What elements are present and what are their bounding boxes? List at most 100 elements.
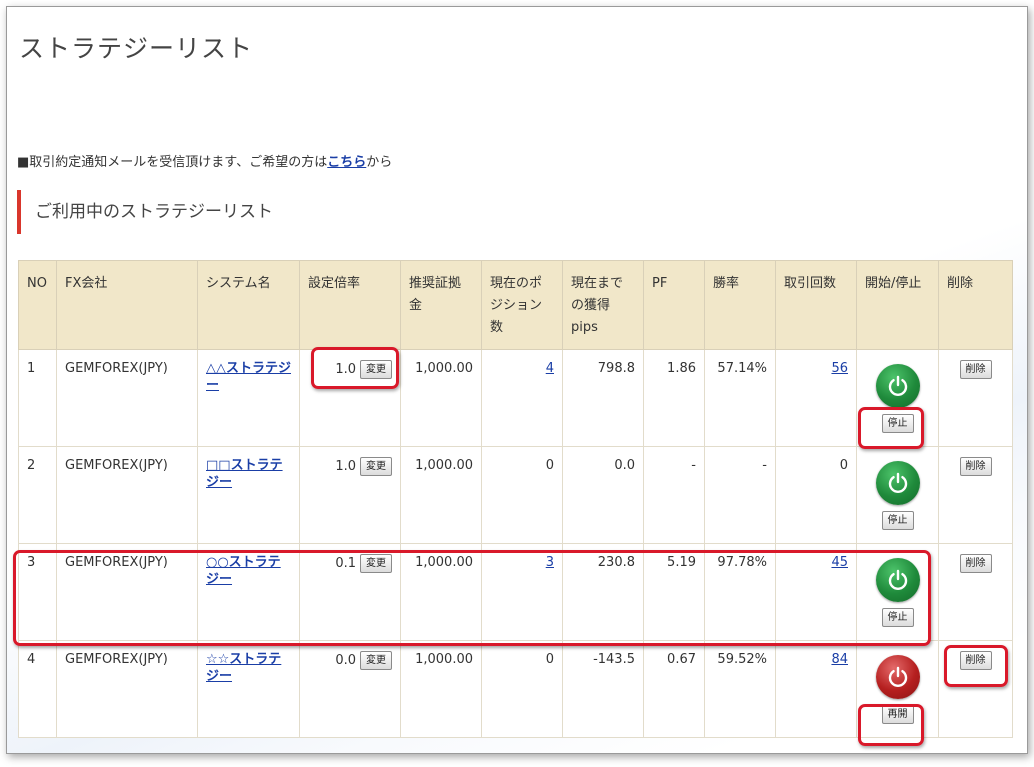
row-no: 4 <box>18 640 57 738</box>
row-win-rate: 97.78% <box>704 543 776 641</box>
row-no: 1 <box>18 349 57 447</box>
table-row: 3 GEMFOREX(JPY) ○○ストラテジー 0.1 変更 1,000.00 3 230.… <box>18 543 1013 641</box>
trades-value: 0 <box>839 458 848 473</box>
row-toggle: 再開 <box>856 640 939 738</box>
row-win-rate: - <box>704 446 776 544</box>
row-system: △△ストラテジー <box>197 349 300 447</box>
row-positions: 3 <box>481 543 563 641</box>
row-win-rate: 59.52% <box>704 640 776 738</box>
row-positions: 4 <box>481 349 563 447</box>
row-margin: 1,000.00 <box>400 349 482 447</box>
strategy-table: NO FX会社 システム名 設定倍率 推奨証拠金 現在のポジション数 現在までの… <box>18 260 1013 738</box>
row-pf: 5.19 <box>643 543 705 641</box>
row-toggle: 停止 <box>856 543 939 641</box>
notice-text: ■取引約定通知メールを受信頂けます、ご希望の方は <box>17 155 328 170</box>
row-delete: 削除 <box>938 349 1013 447</box>
delete-button[interactable]: 削除 <box>959 457 992 476</box>
power-icon[interactable] <box>875 364 920 408</box>
stop-button[interactable]: 停止 <box>881 511 914 530</box>
multiplier-value: 1.0 <box>335 362 356 377</box>
trades-link[interactable]: 45 <box>831 555 848 570</box>
notice-suffix: から <box>366 155 393 170</box>
change-button[interactable]: 変更 <box>360 651 392 670</box>
row-delete: 削除 <box>938 543 1013 641</box>
section-title: ご利用中のストラテジーリスト <box>17 190 273 234</box>
row-multiplier: 0.1 変更 <box>299 543 401 641</box>
row-multiplier: 0.0 変更 <box>299 640 401 738</box>
positions-link[interactable]: 4 <box>546 361 554 376</box>
positions-value: 0 <box>545 652 554 667</box>
row-positions: 0 <box>481 640 563 738</box>
delete-button[interactable]: 削除 <box>959 360 992 379</box>
header-pips: 現在までの獲得pips <box>562 260 644 350</box>
table-row: 2 GEMFOREX(JPY) □□ストラテジー 1.0 変更 1,000.00 0 0.0-… <box>18 446 1013 544</box>
change-button[interactable]: 変更 <box>360 457 392 476</box>
row-system: ☆☆ストラテジー <box>197 640 300 738</box>
header-positions: 現在のポジション数 <box>481 260 563 350</box>
trades-link[interactable]: 56 <box>831 361 848 376</box>
stop-button[interactable]: 停止 <box>881 608 914 627</box>
row-delete: 削除 <box>938 640 1013 738</box>
row-margin: 1,000.00 <box>400 640 482 738</box>
notice-link[interactable]: こちら <box>327 155 366 170</box>
header-company: FX会社 <box>56 260 198 350</box>
row-trades: 56 <box>775 349 857 447</box>
power-icon[interactable] <box>875 461 920 505</box>
positions-value: 0 <box>545 458 554 473</box>
row-pips: -143.5 <box>562 640 644 738</box>
row-system: □□ストラテジー <box>197 446 300 544</box>
system-name-link[interactable]: ○○ストラテジー <box>206 555 281 587</box>
header-system: システム名 <box>197 260 300 350</box>
row-multiplier: 1.0 変更 <box>299 349 401 447</box>
row-pf: 1.86 <box>643 349 705 447</box>
row-pips: 798.8 <box>562 349 644 447</box>
row-trades: 45 <box>775 543 857 641</box>
header-multiplier: 設定倍率 <box>299 260 401 350</box>
header-toggle: 開始/停止 <box>856 260 939 350</box>
row-pf: - <box>643 446 705 544</box>
page-frame: ストラテジーリスト ■取引約定通知メールを受信頂けます、ご希望の方はこちらから … <box>6 6 1028 754</box>
header-trades: 取引回数 <box>775 260 857 350</box>
system-name-link[interactable]: ☆☆ストラテジー <box>206 652 281 684</box>
header-win-rate: 勝率 <box>704 260 776 350</box>
row-company: GEMFOREX(JPY) <box>56 349 198 447</box>
delete-button[interactable]: 削除 <box>959 554 992 573</box>
multiplier-value: 0.0 <box>335 653 356 668</box>
change-button[interactable]: 変更 <box>360 360 392 379</box>
power-icon[interactable] <box>875 655 920 699</box>
table-row: 1 GEMFOREX(JPY) △△ストラテジー 1.0 変更 1,000.00 4 798.… <box>18 349 1013 447</box>
stop-button[interactable]: 停止 <box>881 414 914 433</box>
system-name-link[interactable]: △△ストラテジー <box>206 361 291 393</box>
row-delete: 削除 <box>938 446 1013 544</box>
row-no: 3 <box>18 543 57 641</box>
row-pips: 0.0 <box>562 446 644 544</box>
row-system: ○○ストラテジー <box>197 543 300 641</box>
resume-button[interactable]: 再開 <box>881 705 914 724</box>
row-pips: 230.8 <box>562 543 644 641</box>
row-margin: 1,000.00 <box>400 446 482 544</box>
row-company: GEMFOREX(JPY) <box>56 543 198 641</box>
row-positions: 0 <box>481 446 563 544</box>
trades-link[interactable]: 84 <box>831 652 848 667</box>
row-toggle: 停止 <box>856 446 939 544</box>
row-win-rate: 57.14% <box>704 349 776 447</box>
page-title: ストラテジーリスト <box>19 34 254 63</box>
row-pf: 0.67 <box>643 640 705 738</box>
multiplier-value: 0.1 <box>335 556 356 571</box>
delete-button[interactable]: 削除 <box>959 651 992 670</box>
row-no: 2 <box>18 446 57 544</box>
row-company: GEMFOREX(JPY) <box>56 640 198 738</box>
header-pf: PF <box>643 260 705 350</box>
row-trades: 0 <box>775 446 857 544</box>
change-button[interactable]: 変更 <box>360 554 392 573</box>
mail-notice: ■取引約定通知メールを受信頂けます、ご希望の方はこちらから <box>17 151 392 170</box>
system-name-link[interactable]: □□ストラテジー <box>206 458 283 490</box>
row-trades: 84 <box>775 640 857 738</box>
header-no: NO <box>18 260 57 350</box>
header-margin: 推奨証拠金 <box>400 260 482 350</box>
row-company: GEMFOREX(JPY) <box>56 446 198 544</box>
power-icon[interactable] <box>875 558 920 602</box>
table-header-row: NO FX会社 システム名 設定倍率 推奨証拠金 現在のポジション数 現在までの… <box>18 260 1013 350</box>
positions-link[interactable]: 3 <box>546 555 554 570</box>
header-delete: 削除 <box>938 260 1013 350</box>
